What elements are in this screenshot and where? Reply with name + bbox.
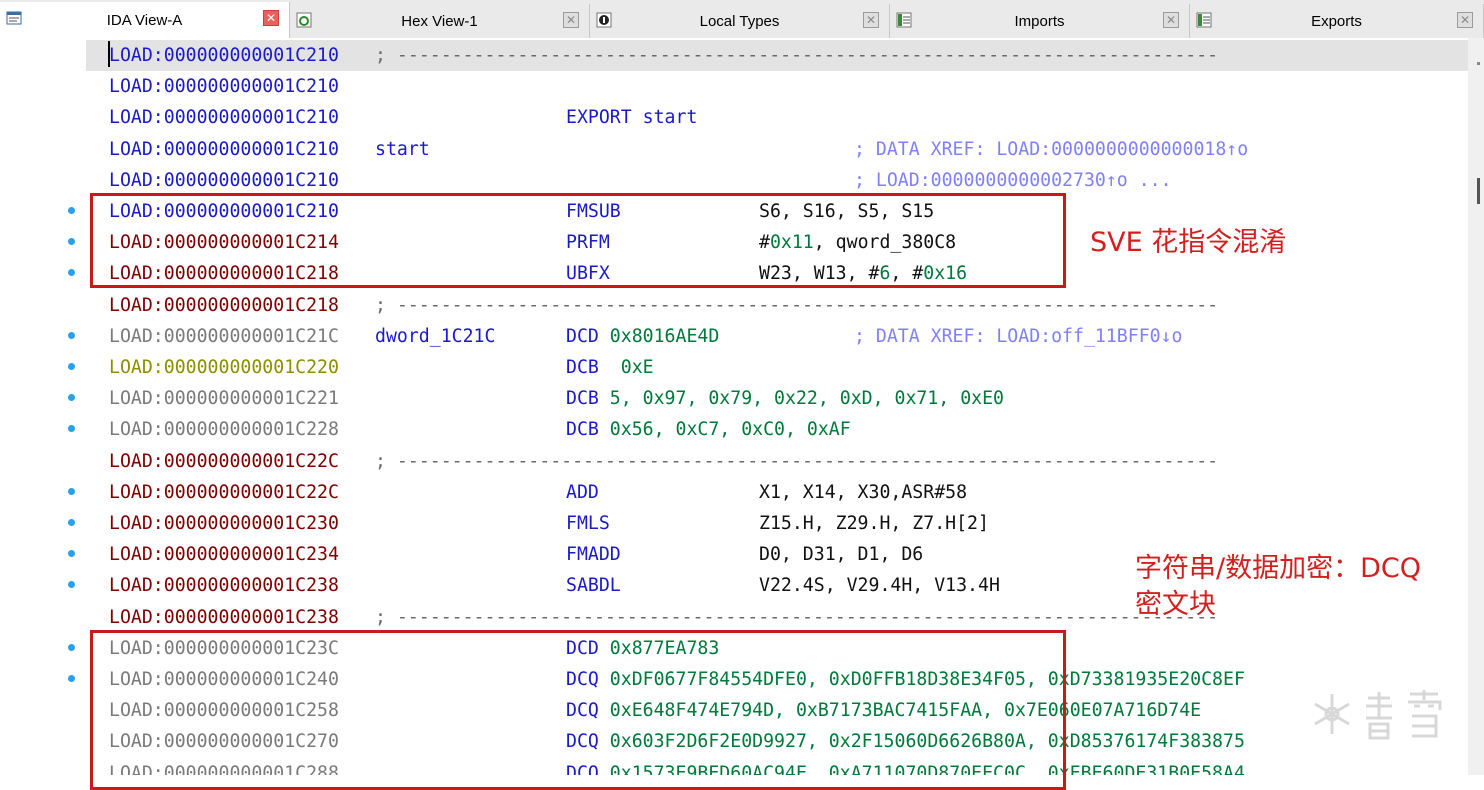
mnemonic[interactable]: DCB 5, 0x97, 0x79, 0x22, 0xD, 0x71, 0xE0 [566, 387, 1004, 411]
address[interactable]: LOAD:000000000001C238 [109, 606, 339, 630]
tab-label: Exports [1311, 12, 1362, 30]
tab-exports[interactable]: Exports ✕ [1190, 4, 1484, 38]
dcq-annotation-box [90, 630, 1066, 790]
operands[interactable]: X1, X14, X30,ASR#58 [759, 481, 967, 505]
label-name[interactable]: dword_1C21C [375, 325, 495, 349]
close-icon[interactable]: ✕ [263, 10, 279, 26]
operand-value: 0x56, 0xC7, 0xC0, 0xAF [598, 419, 851, 441]
address[interactable]: LOAD:000000000001C210 [109, 44, 339, 68]
operand-part: V22.4S, V29.4H, V13.4H [759, 575, 1000, 597]
breakpoint-dot[interactable] [68, 487, 75, 495]
tab-label: Local Types [699, 12, 780, 30]
scrollbar-thumb[interactable] [1477, 178, 1480, 204]
close-icon[interactable]: ✕ [1163, 12, 1179, 28]
xref-comment[interactable]: ; DATA XREF: LOAD:off_11BFF0↓o [854, 325, 1183, 349]
operands[interactable]: Z15.H, Z29.H, Z7.H[2] [759, 512, 989, 536]
sve-annotation-box [90, 193, 1066, 288]
separator-comment: ; --------------------------------------… [375, 294, 1219, 316]
tab-hex-view-1[interactable]: Hex View-1 ✕ [290, 4, 590, 38]
xref-comment[interactable]: ; LOAD:0000000000002730↑o ... [854, 169, 1172, 193]
breakpoint-dot[interactable] [68, 363, 75, 370]
listing-row[interactable]: LOAD:000000000001C210 EXPORT start [86, 102, 1468, 133]
tab-label: Imports [1014, 12, 1065, 30]
sve-annotation-note: SVE 花指令混淆 [1090, 227, 1287, 258]
address[interactable]: LOAD:000000000001C220 [109, 356, 339, 380]
listing-row[interactable]: LOAD:000000000001C238 ; -----------------… [86, 602, 1468, 633]
operand-value: 5, 0x97, 0x79, 0x22, 0xD, 0x71, 0xE0 [598, 388, 1005, 410]
listing-row[interactable]: LOAD:000000000001C210 ; -----------------… [86, 40, 1468, 71]
mnemonic[interactable]: FMLS [566, 512, 610, 536]
tab-imports[interactable]: Imports ✕ [890, 4, 1190, 38]
operand-value: 0xE [598, 357, 654, 378]
vertical-scrollbar[interactable] [1468, 38, 1484, 775]
operands[interactable]: V22.4S, V29.4H, V13.4H [759, 574, 1000, 598]
breakpoint-dot[interactable] [68, 643, 75, 651]
close-icon[interactable]: ✕ [563, 12, 579, 28]
operand-part: D0, D31, D1, D6 [759, 544, 924, 566]
tab-bar: IDA View-A ✕ Hex View-1 ✕ Local Types ✕ Import… [0, 0, 1484, 39]
listing-row[interactable]: LOAD:000000000001C221 DCB 5, 0x97, 0x79, … [86, 383, 1468, 414]
xref-comment[interactable]: ; DATA XREF: LOAD:0000000000000018↑o [854, 138, 1248, 162]
address[interactable]: LOAD:000000000001C221 [109, 387, 339, 411]
breakpoint-dot[interactable] [68, 675, 75, 682]
listing-row[interactable]: LOAD:000000000001C21C dword_1C21C DCD 0x80… [86, 321, 1468, 352]
operands[interactable]: D0, D31, D1, D6 [759, 543, 923, 567]
address[interactable]: LOAD:000000000001C210 [109, 169, 339, 193]
close-icon[interactable]: ✕ [1457, 12, 1473, 28]
breakpoint-dot[interactable] [68, 207, 75, 214]
tab-local-types[interactable]: Local Types ✕ [590, 4, 890, 38]
listing-row[interactable]: LOAD:000000000001C230 FMLS Z15.H, Z29.H, Z… [86, 508, 1468, 539]
label-name[interactable]: start [375, 138, 430, 162]
dcq-annotation-note-line1: 字符串/数据加密：DCQ [1135, 553, 1421, 584]
watermark-logo [1314, 690, 1442, 740]
breakpoint-dot[interactable] [68, 331, 75, 339]
listing-row[interactable]: LOAD:000000000001C22C ; -----------------… [86, 446, 1468, 477]
listing-row[interactable]: LOAD:000000000001C228 DCB 0x56, 0xC7, 0xC… [86, 414, 1468, 445]
listing-gutter [0, 38, 86, 775]
mnemonic[interactable]: DCD 0x8016AE4D [566, 325, 719, 349]
mnemonic[interactable]: EXPORT start [566, 106, 697, 130]
address[interactable]: LOAD:000000000001C21C [109, 325, 339, 349]
listing-row[interactable]: LOAD:000000000001C210 [86, 71, 1468, 102]
scrollbar-marker [1477, 62, 1480, 65]
address[interactable]: LOAD:000000000001C230 [109, 512, 339, 536]
address[interactable]: LOAD:000000000001C210 [109, 138, 339, 162]
tab-ida-view-a[interactable]: IDA View-A ✕ [0, 2, 290, 39]
separator-comment: ; --------------------------------------… [375, 45, 1219, 66]
address[interactable]: LOAD:000000000001C228 [109, 418, 339, 442]
address[interactable]: LOAD:000000000001C22C [109, 481, 339, 505]
listing-row[interactable]: LOAD:000000000001C210 start ; DATA XREF: L… [86, 134, 1468, 165]
address[interactable]: LOAD:000000000001C234 [109, 543, 339, 567]
mnemonic[interactable]: FMADD [566, 543, 621, 567]
separator-comment: ; --------------------------------------… [375, 606, 1219, 628]
mnemonic[interactable]: ADD [566, 481, 599, 505]
address[interactable]: LOAD:000000000001C238 [109, 574, 339, 598]
listing-row[interactable]: LOAD:000000000001C220 DCB 0xE [86, 352, 1468, 383]
separator-comment: ; --------------------------------------… [375, 450, 1219, 472]
operand-part: Z15.H, Z29.H, Z7.H[2] [759, 513, 989, 534]
dcq-annotation-note-line2: 密文块 [1135, 589, 1216, 620]
listing-row[interactable]: LOAD:000000000001C210 ; LOAD:000000000000… [86, 165, 1468, 196]
address[interactable]: LOAD:000000000001C210 [109, 106, 339, 130]
listing-row[interactable]: LOAD:000000000001C22C ADD X1, X14, X30,ASR… [86, 477, 1468, 508]
listing-row[interactable]: LOAD:000000000001C218 ; -----------------… [86, 290, 1468, 321]
close-icon[interactable]: ✕ [863, 12, 879, 28]
breakpoint-dot[interactable] [68, 519, 75, 526]
operand-value: 0x8016AE4D [598, 325, 720, 347]
mnemonic[interactable]: DCB 0x56, 0xC7, 0xC0, 0xAF [566, 418, 851, 442]
operand-part: X1, X14, X30,ASR#58 [759, 481, 968, 503]
mnemonic[interactable]: DCB 0xE [566, 356, 654, 380]
address[interactable]: LOAD:000000000001C218 [109, 294, 339, 318]
mnemonic[interactable]: SABDL [566, 574, 621, 598]
address[interactable]: LOAD:000000000001C22C [109, 450, 339, 474]
text-cursor [108, 41, 110, 67]
tab-label: IDA View-A [106, 12, 183, 29]
tab-label: Hex View-1 [401, 12, 478, 30]
address[interactable]: LOAD:000000000001C210 [109, 75, 339, 99]
